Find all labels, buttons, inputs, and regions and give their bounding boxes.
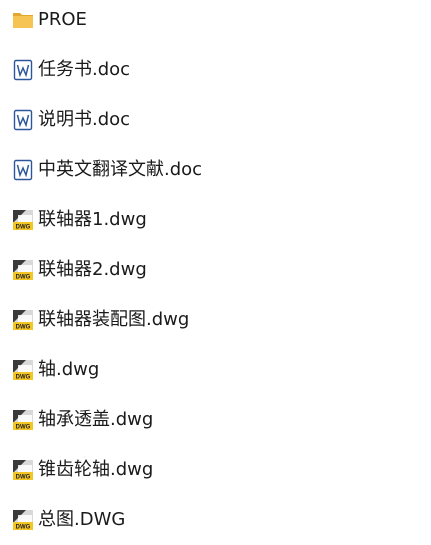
file-name: 联轴器2.dwg — [38, 259, 147, 280]
file-name: 联轴器1.dwg — [38, 209, 147, 230]
dwg-file-icon: DWG — [12, 459, 34, 481]
dwg-file-icon: DWG — [12, 209, 34, 231]
word-doc-icon — [12, 59, 34, 81]
file-name: 中英文翻译文献.doc — [38, 159, 203, 180]
file-list: PROE 任务书.doc 说明书.doc 中英文翻译文献.doc DWG 联轴器… — [0, 0, 431, 541]
file-name: 说明书.doc — [38, 109, 131, 130]
file-name: 联轴器装配图.dwg — [38, 309, 190, 330]
list-item[interactable]: 中英文翻译文献.doc — [0, 145, 431, 195]
dwg-file-icon: DWG — [12, 409, 34, 431]
dwg-file-icon: DWG — [12, 509, 34, 531]
list-item[interactable]: 说明书.doc — [0, 95, 431, 145]
file-name: 总图.DWG — [38, 509, 126, 530]
list-item[interactable]: DWG 总图.DWG — [0, 495, 431, 545]
list-item[interactable]: DWG 联轴器1.dwg — [0, 195, 431, 245]
dwg-icon-text: DWG — [16, 424, 31, 430]
file-name: 轴.dwg — [38, 359, 100, 380]
list-item[interactable]: DWG 锥齿轮轴.dwg — [0, 445, 431, 495]
dwg-icon-text: DWG — [16, 474, 31, 480]
dwg-icon-text: DWG — [16, 274, 31, 280]
folder-icon — [12, 9, 34, 31]
list-item[interactable]: DWG 联轴器2.dwg — [0, 245, 431, 295]
word-doc-icon — [12, 159, 34, 181]
word-doc-icon — [12, 109, 34, 131]
file-name: 任务书.doc — [38, 59, 131, 80]
file-name: PROE — [38, 9, 87, 30]
dwg-icon-text: DWG — [16, 524, 31, 530]
dwg-icon-text: DWG — [16, 374, 31, 380]
list-item[interactable]: DWG 轴.dwg — [0, 345, 431, 395]
list-item[interactable]: 任务书.doc — [0, 45, 431, 95]
dwg-icon-text: DWG — [16, 324, 31, 330]
list-item[interactable]: DWG 轴承透盖.dwg — [0, 395, 431, 445]
dwg-file-icon: DWG — [12, 359, 34, 381]
list-item[interactable]: PROE — [0, 0, 431, 45]
dwg-file-icon: DWG — [12, 259, 34, 281]
file-name: 轴承透盖.dwg — [38, 409, 154, 430]
dwg-icon-text: DWG — [16, 224, 31, 230]
dwg-file-icon: DWG — [12, 309, 34, 331]
file-name: 锥齿轮轴.dwg — [38, 459, 154, 480]
list-item[interactable]: DWG 联轴器装配图.dwg — [0, 295, 431, 345]
